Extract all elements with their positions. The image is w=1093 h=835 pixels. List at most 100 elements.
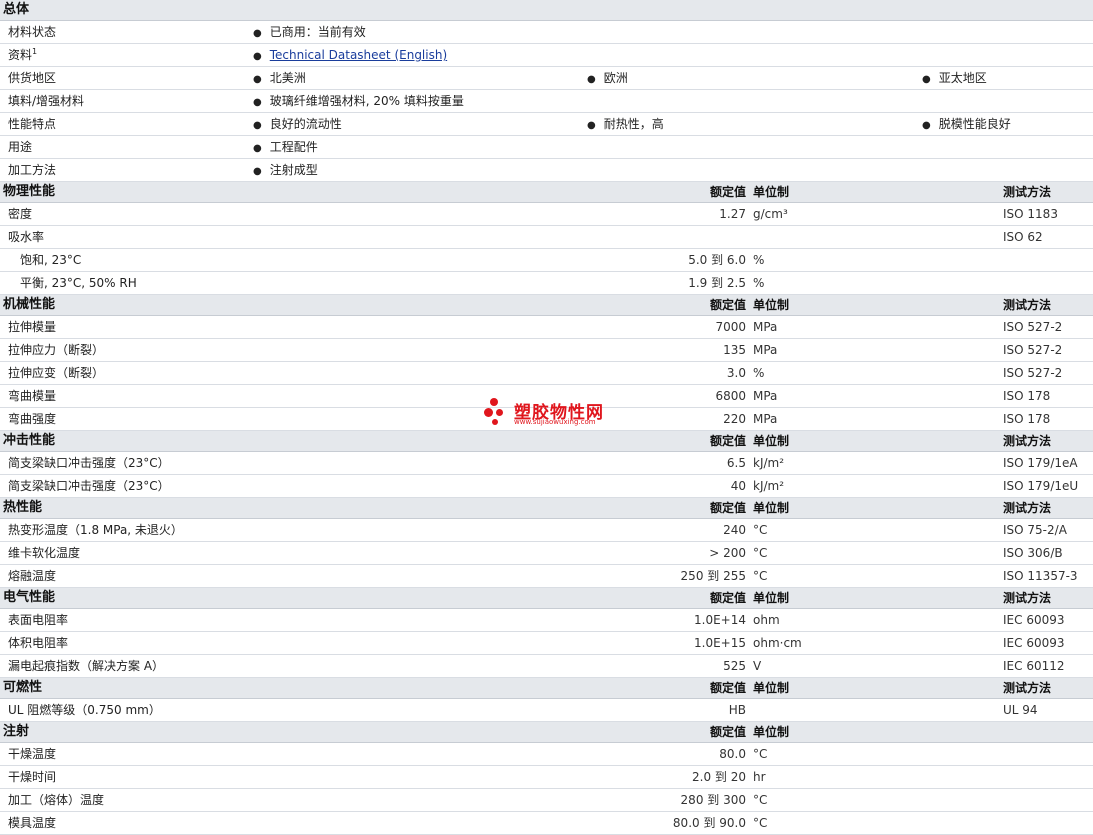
bullet-icon: ●	[253, 51, 262, 62]
property-unit: kJ/m²	[753, 456, 785, 470]
bullet-icon: ●	[253, 166, 262, 177]
property-value: 135	[723, 343, 746, 357]
property-row: 干燥时间 2.0 到 20 hr	[0, 766, 1093, 789]
property-label: 拉伸应力（断裂）	[8, 343, 105, 357]
property-row: 热变形温度（1.8 MPa, 未退火） 240 °C ISO 75-2/A	[0, 519, 1093, 542]
property-unit: ohm·cm	[753, 636, 802, 650]
test-method: ISO 1183	[1003, 207, 1058, 221]
column-header-value: 额定值	[709, 434, 746, 448]
column-header-method: 测试方法	[1003, 434, 1052, 448]
column-header-method: 测试方法	[1003, 681, 1052, 695]
bullet-icon: ●	[587, 120, 596, 131]
test-method: ISO 178	[1003, 389, 1051, 403]
property-value: 7000	[715, 320, 746, 334]
test-method: ISO 75-2/A	[1003, 523, 1067, 537]
test-method: IEC 60093	[1003, 636, 1065, 650]
bullet-icon: ●	[922, 120, 931, 131]
property-row: 体积电阻率 1.0E+15 ohm·cm IEC 60093	[0, 632, 1093, 655]
test-method: ISO 527-2	[1003, 366, 1063, 380]
column-header-method: 测试方法	[1003, 185, 1052, 199]
property-label: 加工（熔体）温度	[8, 793, 105, 807]
property-label: 维卡软化温度	[8, 546, 81, 560]
property-label: UL 阻燃等级（0.750 mm）	[8, 703, 161, 717]
row-label-text: 供货地区	[8, 71, 57, 85]
row-label: 用途	[8, 136, 32, 158]
bullet-item: ● 已商用：当前有效	[253, 21, 366, 45]
property-row: 密度 1.27 g/cm³ ISO 1183	[0, 203, 1093, 226]
section-header: 电气性能 额定值 单位制 测试方法	[0, 588, 1093, 609]
property-unit: °C	[753, 523, 768, 537]
property-row: 干燥温度 80.0 °C	[0, 743, 1093, 766]
property-unit: V	[753, 659, 762, 673]
row-label-text: 填料/增强材料	[8, 94, 85, 108]
test-method: ISO 527-2	[1003, 320, 1063, 334]
property-row: 漏电起痕指数（解决方案 A） 525 V IEC 60112	[0, 655, 1093, 678]
property-unit: g/cm³	[753, 207, 788, 221]
section-title: 机械性能	[3, 297, 56, 312]
property-row: 弯曲模量 6800 MPa ISO 178	[0, 385, 1093, 408]
test-method: ISO 306/B	[1003, 546, 1063, 560]
bullet-item: ● 良好的流动性	[253, 113, 342, 137]
bullet-item: ● 欧洲	[587, 67, 628, 91]
column-header-value: 额定值	[709, 185, 746, 199]
property-value: 80.0 到 90.0	[672, 816, 746, 830]
bullet-text: 欧洲	[603, 71, 628, 85]
bullet-item: ● 玻璃纤维增强材料, 20% 填料按重量	[253, 90, 464, 114]
column-header-unit: 单位制	[753, 501, 790, 515]
section-header: 冲击性能 额定值 单位制 测试方法	[0, 431, 1093, 452]
section-title: 可燃性	[3, 680, 43, 695]
bullet-item: ● 亚太地区	[922, 67, 987, 91]
property-label: 吸水率	[8, 230, 45, 244]
property-unit: %	[753, 276, 765, 290]
bullet-item: ● 脱模性能良好	[922, 113, 1011, 137]
property-label: 漏电起痕指数（解决方案 A）	[8, 659, 165, 673]
test-method: ISO 527-2	[1003, 343, 1063, 357]
bullet-text: 耐热性，高	[603, 117, 664, 131]
test-method: ISO 62	[1003, 230, 1043, 244]
property-value: 80.0	[719, 747, 746, 761]
property-label: 平衡, 23°C, 50% RH	[20, 276, 137, 290]
property-row: 简支梁缺口冲击强度（23°C） 40 kJ/m² ISO 179/1eU	[0, 475, 1093, 498]
test-method: ISO 179/1eA	[1003, 456, 1078, 470]
bullet-item: ● 北美洲	[253, 67, 306, 91]
bullet-text: 已商用：当前有效	[269, 25, 366, 39]
property-unit: °C	[753, 569, 768, 583]
general-row: 材料状态 ● 已商用：当前有效	[0, 21, 1093, 44]
property-label: 表面电阻率	[8, 613, 69, 627]
section-header: 物理性能 额定值 单位制 测试方法	[0, 182, 1093, 203]
property-value: 1.0E+14	[694, 613, 746, 627]
section-title: 注射	[3, 724, 30, 739]
property-label: 密度	[8, 207, 33, 221]
column-header-method: 测试方法	[1003, 591, 1052, 605]
bullet-icon: ●	[253, 74, 262, 85]
property-label: 干燥温度	[8, 747, 57, 761]
property-unit: kJ/m²	[753, 479, 785, 493]
property-label: 模具温度	[8, 816, 57, 830]
property-label: 拉伸模量	[8, 320, 57, 334]
property-value: 40	[730, 479, 746, 493]
property-label: 熔融温度	[8, 569, 57, 583]
bullet-text: 工程配件	[269, 140, 318, 154]
bullet-item: ● 注射成型	[253, 159, 318, 183]
property-unit: MPa	[753, 412, 778, 426]
section-header: 机械性能 额定值 单位制 测试方法	[0, 295, 1093, 316]
section-title: 物理性能	[3, 184, 56, 199]
property-label: 饱和, 23°C	[20, 253, 82, 267]
column-header-value: 额定值	[709, 725, 746, 739]
bullet-icon: ●	[253, 143, 262, 154]
datasheet-table: 总体 材料状态 ● 已商用：当前有效 资料1 ● Technical Datasheet (…	[0, 0, 1093, 835]
column-header-value: 额定值	[709, 591, 746, 605]
property-row: 表面电阻率 1.0E+14 ohm IEC 60093	[0, 609, 1093, 632]
property-value: 525	[723, 659, 746, 673]
row-label-text: 材料状态	[8, 25, 57, 39]
property-value: > 200	[709, 546, 746, 560]
datasheet-link[interactable]: Technical Datasheet (English)	[270, 48, 447, 62]
general-row: 加工方法 ● 注射成型	[0, 159, 1093, 182]
section-header: 可燃性 额定值 单位制 测试方法	[0, 678, 1093, 699]
bullet-icon: ●	[587, 74, 596, 85]
test-method: UL 94	[1003, 703, 1038, 717]
property-value: 1.9 到 2.5	[688, 276, 746, 290]
footnote-mark: 1	[32, 47, 38, 56]
property-value: 2.0 到 20	[692, 770, 746, 784]
property-value: 6800	[715, 389, 746, 403]
